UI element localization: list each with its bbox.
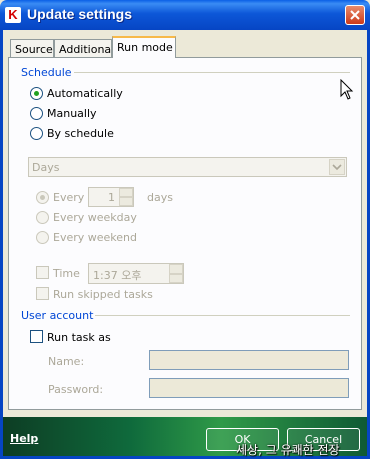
- title-bar[interactable]: K Update settings: [0, 0, 370, 30]
- help-link[interactable]: Help: [10, 432, 38, 445]
- by-schedule-label[interactable]: By schedule: [47, 127, 114, 140]
- password-input[interactable]: [149, 378, 349, 398]
- run-task-as-label[interactable]: Run task as: [47, 331, 111, 344]
- tab-additional[interactable]: Additional: [54, 39, 114, 57]
- manually-radio[interactable]: [30, 107, 43, 120]
- chevron-down-icon[interactable]: [329, 159, 345, 175]
- run-task-as-checkbox[interactable]: [30, 330, 43, 343]
- every-weekday-label: Every weekday: [53, 211, 137, 224]
- tab-run-mode[interactable]: Run mode: [112, 36, 176, 58]
- tab-panel: Schedule Automatically Manually By sched…: [8, 57, 362, 410]
- automatically-radio[interactable]: [30, 87, 43, 100]
- tab-source[interactable]: Source: [10, 39, 54, 57]
- user-account-group-label: User account: [19, 309, 96, 322]
- time-value: 1:37 오후: [93, 269, 142, 282]
- time-label: Time: [53, 267, 80, 280]
- time-checkbox[interactable]: [36, 266, 49, 279]
- name-label: Name:: [48, 355, 85, 368]
- time-field[interactable]: 1:37 오후: [88, 263, 184, 284]
- spin-down-icon[interactable]: [169, 274, 183, 283]
- schedule-group-label: Schedule: [19, 66, 74, 79]
- period-select[interactable]: Days: [28, 157, 347, 177]
- manually-label[interactable]: Manually: [47, 107, 97, 120]
- by-schedule-radio[interactable]: [30, 127, 43, 140]
- mouse-cursor-icon: [340, 79, 354, 100]
- every-label: Every: [53, 191, 85, 204]
- close-icon: [350, 10, 360, 20]
- watermark-text: 세상, 그 유쾌한 전장: [236, 443, 340, 457]
- period-select-value: Days: [32, 161, 60, 174]
- spin-up-icon[interactable]: [119, 188, 133, 197]
- automatically-label[interactable]: Automatically: [47, 87, 123, 100]
- kaspersky-app-icon: K: [5, 7, 21, 23]
- run-skipped-label: Run skipped tasks: [53, 288, 153, 301]
- password-label: Password:: [48, 383, 104, 396]
- every-unit-label: days: [147, 191, 173, 204]
- name-input[interactable]: [149, 350, 349, 370]
- every-weekday-radio[interactable]: [36, 211, 49, 224]
- every-count-field[interactable]: 1: [88, 187, 134, 207]
- close-button[interactable]: [345, 5, 365, 25]
- every-weekend-radio[interactable]: [36, 231, 49, 244]
- run-skipped-checkbox[interactable]: [36, 287, 49, 300]
- spin-down-icon[interactable]: [119, 197, 133, 206]
- window-title: Update settings: [27, 6, 133, 22]
- spin-up-icon[interactable]: [169, 264, 183, 274]
- every-radio[interactable]: [36, 191, 49, 204]
- every-count-value: 1: [108, 191, 115, 204]
- every-weekend-label: Every weekend: [53, 231, 137, 244]
